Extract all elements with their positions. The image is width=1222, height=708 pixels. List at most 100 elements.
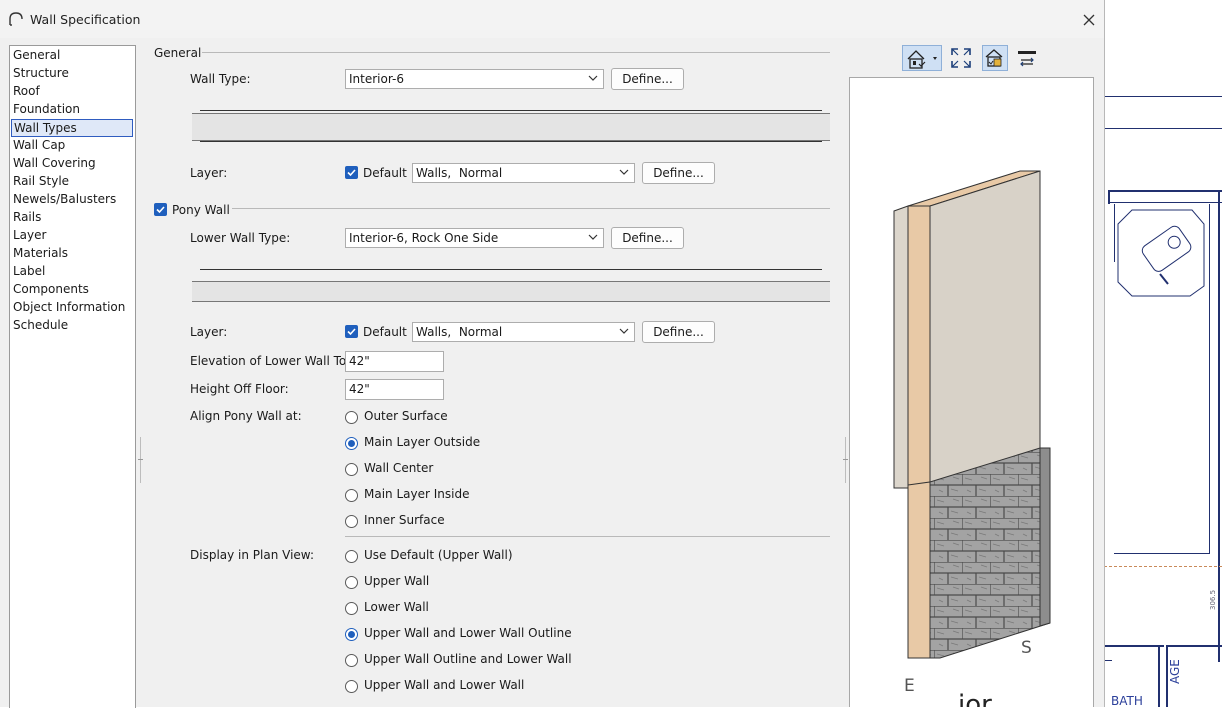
display-option-label[interactable]: Upper Wall and Lower Wall Outline bbox=[364, 626, 572, 640]
lower-layer-label: Layer: bbox=[190, 325, 228, 339]
nav-item-components[interactable]: Components bbox=[10, 281, 133, 298]
wall-preview-line bbox=[200, 269, 822, 270]
display-radio-use-default-upper-wall[interactable] bbox=[345, 550, 358, 563]
define-lower-layer-button[interactable]: Define... bbox=[642, 321, 715, 343]
lower-layer-default-checkbox[interactable] bbox=[345, 325, 358, 338]
align-radio-wall-center[interactable] bbox=[345, 463, 358, 476]
nav-item-roof[interactable]: Roof bbox=[10, 83, 133, 100]
right-splitter[interactable] bbox=[845, 437, 846, 483]
close-button[interactable] bbox=[1078, 9, 1100, 31]
group-divider bbox=[232, 208, 830, 209]
display-radio-upper-wall-and-lower-wall[interactable] bbox=[345, 680, 358, 693]
category-list: General Structure Roof Foundation Wall Types… bbox=[9, 45, 136, 708]
lower-layer-select[interactable]: Walls, Normal bbox=[412, 322, 635, 342]
nav-item-materials[interactable]: Materials bbox=[10, 245, 133, 262]
nav-item-label[interactable]: Label bbox=[10, 263, 133, 280]
nav-item-schedule[interactable]: Schedule bbox=[10, 317, 133, 334]
define-wall-type-button[interactable]: Define... bbox=[611, 68, 684, 90]
height-off-floor-label: Height Off Floor: bbox=[190, 382, 289, 396]
title-bar: Wall Specification bbox=[0, 0, 1104, 38]
room-label-age: AGE bbox=[1168, 659, 1182, 684]
window-title: Wall Specification bbox=[30, 12, 141, 27]
fill-window-button[interactable] bbox=[949, 46, 973, 70]
display-radio-upper-wall[interactable] bbox=[345, 576, 358, 589]
show-room-button[interactable] bbox=[982, 45, 1008, 71]
layer-select[interactable]: Walls, Normal bbox=[412, 163, 635, 183]
display-option-label[interactable]: Lower Wall bbox=[364, 600, 429, 614]
align-radio-outer-surface[interactable] bbox=[345, 411, 358, 424]
splitter-grip bbox=[138, 459, 143, 460]
layer-value: Walls, Normal bbox=[416, 166, 503, 180]
elevation-lower-wall-top-input[interactable]: 42" bbox=[345, 351, 444, 372]
show-room-icon bbox=[985, 49, 1003, 67]
lower-layer-default-label: Default bbox=[363, 325, 407, 339]
layer-default-label: Default bbox=[363, 166, 407, 180]
display-option-label[interactable]: Upper Wall Outline and Lower Wall bbox=[364, 652, 572, 666]
define-layer-button[interactable]: Define... bbox=[642, 162, 715, 184]
3d-preview-viewport[interactable]: S E ior bbox=[849, 77, 1094, 707]
splitter-grip bbox=[843, 459, 848, 460]
camera-view-button[interactable] bbox=[902, 45, 942, 71]
nav-item-structure[interactable]: Structure bbox=[10, 65, 133, 82]
group-general-label: General bbox=[154, 46, 202, 60]
compass-s-label: S bbox=[1021, 638, 1032, 658]
display-option-label[interactable]: Use Default (Upper Wall) bbox=[364, 548, 513, 562]
checkmark-icon bbox=[347, 328, 356, 336]
display-plan-view-label: Display in Plan View: bbox=[190, 548, 315, 562]
display-radio-lower-wall[interactable] bbox=[345, 602, 358, 615]
lower-wall-type-label: Lower Wall Type: bbox=[190, 231, 291, 245]
wall-preview-line bbox=[200, 141, 822, 142]
nav-item-newels-balusters[interactable]: Newels/Balusters bbox=[10, 191, 133, 208]
align-option-label[interactable]: Main Layer Inside bbox=[364, 487, 469, 501]
elevation-lower-wall-top-label: Elevation of Lower Wall Top: bbox=[190, 354, 358, 368]
lower-wall-type-select[interactable]: Interior-6, Rock One Side bbox=[345, 228, 604, 248]
align-radio-main-layer-inside[interactable] bbox=[345, 489, 358, 502]
partial-plan-text: ior bbox=[958, 690, 992, 707]
pony-wall-label: Pony Wall bbox=[172, 203, 230, 217]
camera-view-icon bbox=[907, 50, 937, 69]
wall-type-select[interactable]: Interior-6 bbox=[345, 69, 604, 89]
chevron-down-icon bbox=[588, 234, 598, 240]
dimension-label: 306.5 bbox=[1209, 589, 1217, 610]
nav-item-layer[interactable]: Layer bbox=[10, 227, 133, 244]
display-radio-upper-wall-outline-and-lower-wall[interactable] bbox=[345, 654, 358, 667]
chevron-down-icon bbox=[619, 328, 629, 334]
checkmark-icon bbox=[156, 206, 165, 214]
height-off-floor-input[interactable]: 42" bbox=[345, 379, 444, 400]
nav-item-wall-cap[interactable]: Wall Cap bbox=[10, 137, 133, 154]
wall-type-preview bbox=[192, 113, 830, 141]
nav-item-rail-style[interactable]: Rail Style bbox=[10, 173, 133, 190]
align-option-label[interactable]: Inner Surface bbox=[364, 513, 445, 527]
display-radio-upper-wall-and-lower-wall-outline[interactable] bbox=[345, 628, 358, 641]
display-option-label[interactable]: Upper Wall bbox=[364, 574, 429, 588]
align-option-label[interactable]: Main Layer Outside bbox=[364, 435, 480, 449]
layer-label: Layer: bbox=[190, 166, 228, 180]
align-option-label[interactable]: Wall Center bbox=[364, 461, 433, 475]
nav-item-rails[interactable]: Rails bbox=[10, 209, 133, 226]
wall-preview-line bbox=[200, 110, 822, 111]
lower-wall-type-preview bbox=[192, 281, 830, 302]
layer-toggle-button[interactable] bbox=[1015, 46, 1039, 70]
wall-type-label: Wall Type: bbox=[190, 72, 251, 86]
lower-wall-type-value: Interior-6, Rock One Side bbox=[349, 231, 499, 245]
left-splitter[interactable] bbox=[140, 437, 141, 483]
align-option-label[interactable]: Outer Surface bbox=[364, 409, 448, 423]
align-radio-inner-surface[interactable] bbox=[345, 515, 358, 528]
compass-e-label: E bbox=[904, 676, 915, 696]
layer-default-checkbox[interactable] bbox=[345, 166, 358, 179]
nav-item-object-information[interactable]: Object Information bbox=[10, 299, 133, 316]
chevron-down-icon bbox=[619, 169, 629, 175]
app-icon bbox=[9, 12, 23, 26]
nav-item-general[interactable]: General bbox=[10, 47, 133, 64]
nav-item-foundation[interactable]: Foundation bbox=[10, 101, 133, 118]
nav-item-wall-covering[interactable]: Wall Covering bbox=[10, 155, 133, 172]
define-lower-wall-type-button[interactable]: Define... bbox=[611, 227, 684, 249]
group-divider bbox=[202, 52, 830, 53]
pony-wall-checkbox[interactable] bbox=[154, 203, 167, 216]
wall-type-value: Interior-6 bbox=[349, 72, 404, 86]
room-label-bath: BATH bbox=[1111, 694, 1143, 708]
align-radio-main-layer-outside[interactable] bbox=[345, 437, 358, 450]
nav-item-wall-types[interactable]: Wall Types bbox=[11, 119, 133, 137]
display-option-label[interactable]: Upper Wall and Lower Wall bbox=[364, 678, 524, 692]
align-pony-wall-label: Align Pony Wall at: bbox=[190, 409, 302, 423]
